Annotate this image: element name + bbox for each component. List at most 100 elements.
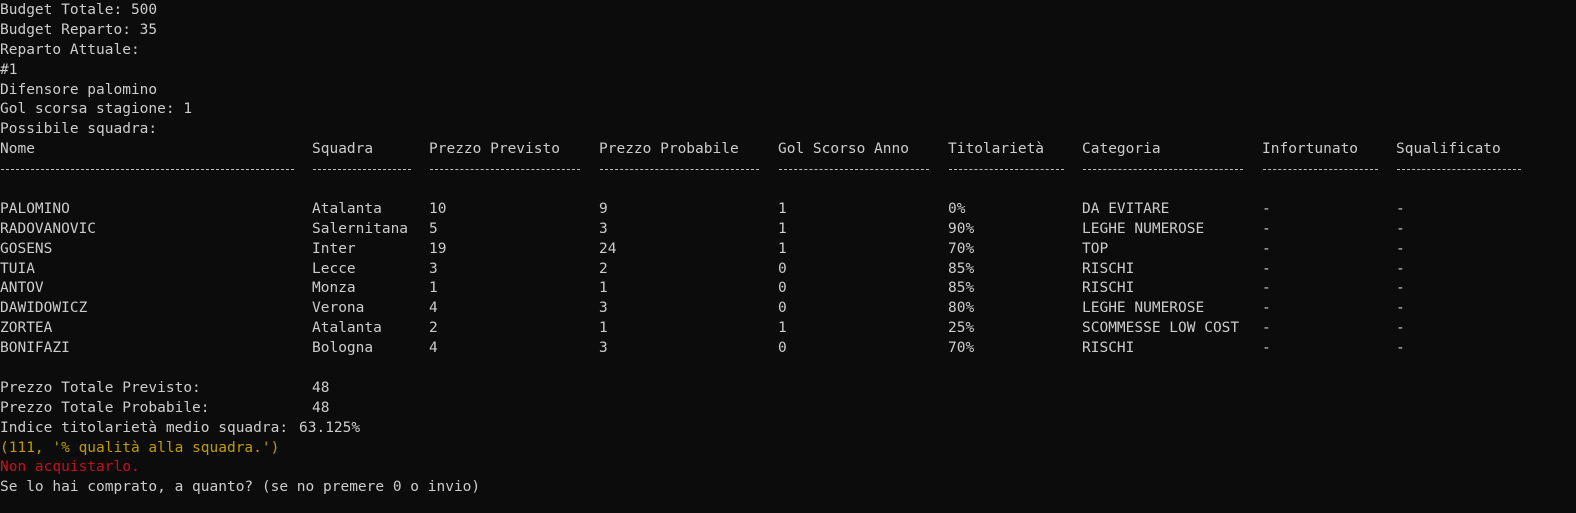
summary-label: Prezzo Totale Previsto: <box>0 379 201 396</box>
separator-titolarieta <box>949 169 1064 171</box>
cell-prezzo-previsto: 1 <box>429 280 438 297</box>
cell-nome: ANTOV <box>0 280 44 297</box>
cell-prezzo-previsto: 4 <box>429 300 438 317</box>
column-header-nome: Nome <box>0 141 35 158</box>
column-header-squalificato: Squalificato <box>1396 141 1501 158</box>
cell-nome: DAWIDOWICZ <box>0 300 88 317</box>
column-header-gol-scorso-anno: Gol Scorso Anno <box>778 141 909 158</box>
table-row: DAWIDOWICZ Verona 4 3 0 80% LEGHE NUMEROSE - - <box>0 299 1576 319</box>
table-row: GOSENS Inter 19 24 1 70% TOP - - <box>0 240 1576 260</box>
column-header-prezzo-probabile: Prezzo Probabile <box>599 141 739 158</box>
cell-nome: TUIA <box>0 260 35 277</box>
separator-prezzo-previsto <box>430 169 580 171</box>
cell-squadra: Atalanta <box>312 320 382 337</box>
cell-gol-scorso-anno: 1 <box>778 220 787 237</box>
cell-gol-scorso-anno: 0 <box>778 260 787 277</box>
table-row: TUIA Lecce 3 2 0 85% RISCHI - - <box>0 260 1576 280</box>
cell-squadra: Inter <box>312 240 356 257</box>
reparto-attuale-line: Reparto Attuale: <box>0 41 140 58</box>
console-window: Budget Totale: 500 Budget Reparto: 35 Re… <box>0 1 1576 498</box>
cell-titolarieta: 25% <box>948 320 975 337</box>
cell-categoria: RISCHI <box>1082 260 1135 277</box>
cell-squadra: Verona <box>312 300 365 317</box>
cell-prezzo-previsto: 5 <box>429 220 438 237</box>
summary-value: 48 <box>312 379 330 396</box>
column-header-titolarieta: Titolarietà <box>948 141 1045 158</box>
cell-prezzo-previsto: 3 <box>429 260 438 277</box>
cell-nome: RADOVANOVIC <box>0 220 97 237</box>
cell-prezzo-previsto: 2 <box>429 320 438 337</box>
cell-squalificato: - <box>1396 340 1405 357</box>
separator-prezzo-probabile <box>600 169 759 171</box>
cell-squadra: Monza <box>312 280 356 297</box>
cell-gol-scorso-anno: 1 <box>778 320 787 337</box>
possibile-squadra-line: Possibile squadra: <box>0 121 158 138</box>
input-prompt[interactable]: Se lo hai comprato, a quanto? (se no pre… <box>0 478 1576 498</box>
cell-squadra: Lecce <box>312 260 356 277</box>
cell-squadra: Bologna <box>312 340 374 357</box>
cell-gol-scorso-anno: 1 <box>778 240 787 257</box>
cell-titolarieta: 0% <box>948 200 966 217</box>
column-header-prezzo-previsto: Prezzo Previsto <box>429 141 560 158</box>
table-body: PALOMINO Atalanta 10 9 1 0% DA EVITARE - - RADOVA… <box>0 200 1576 359</box>
cell-categoria: LEGHE NUMEROSE <box>1082 220 1205 237</box>
cell-nome: BONIFAZI <box>0 340 70 357</box>
cell-prezzo-probabile: 3 <box>599 300 608 317</box>
summary-prezzo-probabile: Prezzo Totale Probabile: 48 <box>0 399 1576 419</box>
cell-titolarieta: 85% <box>948 260 975 277</box>
cell-squalificato: - <box>1396 320 1405 337</box>
cell-categoria: DA EVITARE <box>1082 200 1170 217</box>
cell-infortunato: - <box>1262 200 1271 217</box>
cell-gol-scorso-anno: 0 <box>778 340 787 357</box>
cell-titolarieta: 70% <box>948 340 975 357</box>
cell-categoria: LEGHE NUMEROSE <box>1082 300 1205 317</box>
cell-titolarieta: 80% <box>948 300 975 317</box>
cell-infortunato: - <box>1262 340 1271 357</box>
cell-titolarieta: 70% <box>948 240 975 257</box>
cell-categoria: RISCHI <box>1082 280 1135 297</box>
separator-categoria <box>1083 169 1243 171</box>
cell-titolarieta: 90% <box>948 220 975 237</box>
cell-infortunato: - <box>1262 260 1271 277</box>
cell-titolarieta: 85% <box>948 280 975 297</box>
separator-infortunato <box>1263 169 1378 171</box>
cell-gol-scorso-anno: 0 <box>778 300 787 317</box>
summary-label: Indice titolarietà medio squadra: <box>0 419 289 436</box>
cell-nome: GOSENS <box>0 240 53 257</box>
table-row: BONIFAZI Bologna 4 3 0 70% RISCHI - - <box>0 339 1576 359</box>
cell-squalificato: - <box>1396 220 1405 237</box>
budget-totale-line: Budget Totale: 500 <box>0 2 158 18</box>
cell-prezzo-previsto: 19 <box>429 240 447 257</box>
qualita-message: (111, '% qualità alla squadra.') <box>0 439 280 456</box>
cell-prezzo-previsto: 10 <box>429 200 447 217</box>
separator-gol-scorso-anno <box>779 169 929 171</box>
cell-gol-scorso-anno: 0 <box>778 280 787 297</box>
cell-categoria: SCOMMESSE LOW COST <box>1082 320 1240 337</box>
cell-categoria: TOP <box>1082 240 1109 257</box>
table-separator <box>0 160 1576 180</box>
cell-squadra: Salernitana <box>312 220 409 237</box>
cell-infortunato: - <box>1262 240 1271 257</box>
separator-squalificato <box>1397 169 1521 171</box>
cell-nome: PALOMINO <box>0 200 70 217</box>
separator-squadra <box>313 169 411 171</box>
summary-value: 63.125% <box>299 419 361 436</box>
cell-squalificato: - <box>1396 280 1405 297</box>
summary-indice-titolarieta: Indice titolarietà medio squadra: 63.125… <box>0 419 1576 439</box>
summary-prezzo-previsto: Prezzo Totale Previsto: 48 <box>0 379 1576 399</box>
table-row: ANTOV Monza 1 1 0 85% RISCHI - - <box>0 279 1576 299</box>
cell-squadra: Atalanta <box>312 200 382 217</box>
cell-prezzo-probabile: 3 <box>599 220 608 237</box>
column-header-categoria: Categoria <box>1082 141 1161 158</box>
gol-scorsa-stagione-line: Gol scorsa stagione: 1 <box>0 101 193 118</box>
cell-squalificato: - <box>1396 240 1405 257</box>
cell-infortunato: - <box>1262 300 1271 317</box>
cell-prezzo-probabile: 2 <box>599 260 608 277</box>
cell-squalificato: - <box>1396 200 1405 217</box>
player-role-line: Difensore palomino <box>0 81 158 98</box>
player-number-line: #1 <box>0 61 18 78</box>
table-row: RADOVANOVIC Salernitana 5 3 1 90% LEGHE NUMERO… <box>0 220 1576 240</box>
cell-infortunato: - <box>1262 220 1271 237</box>
